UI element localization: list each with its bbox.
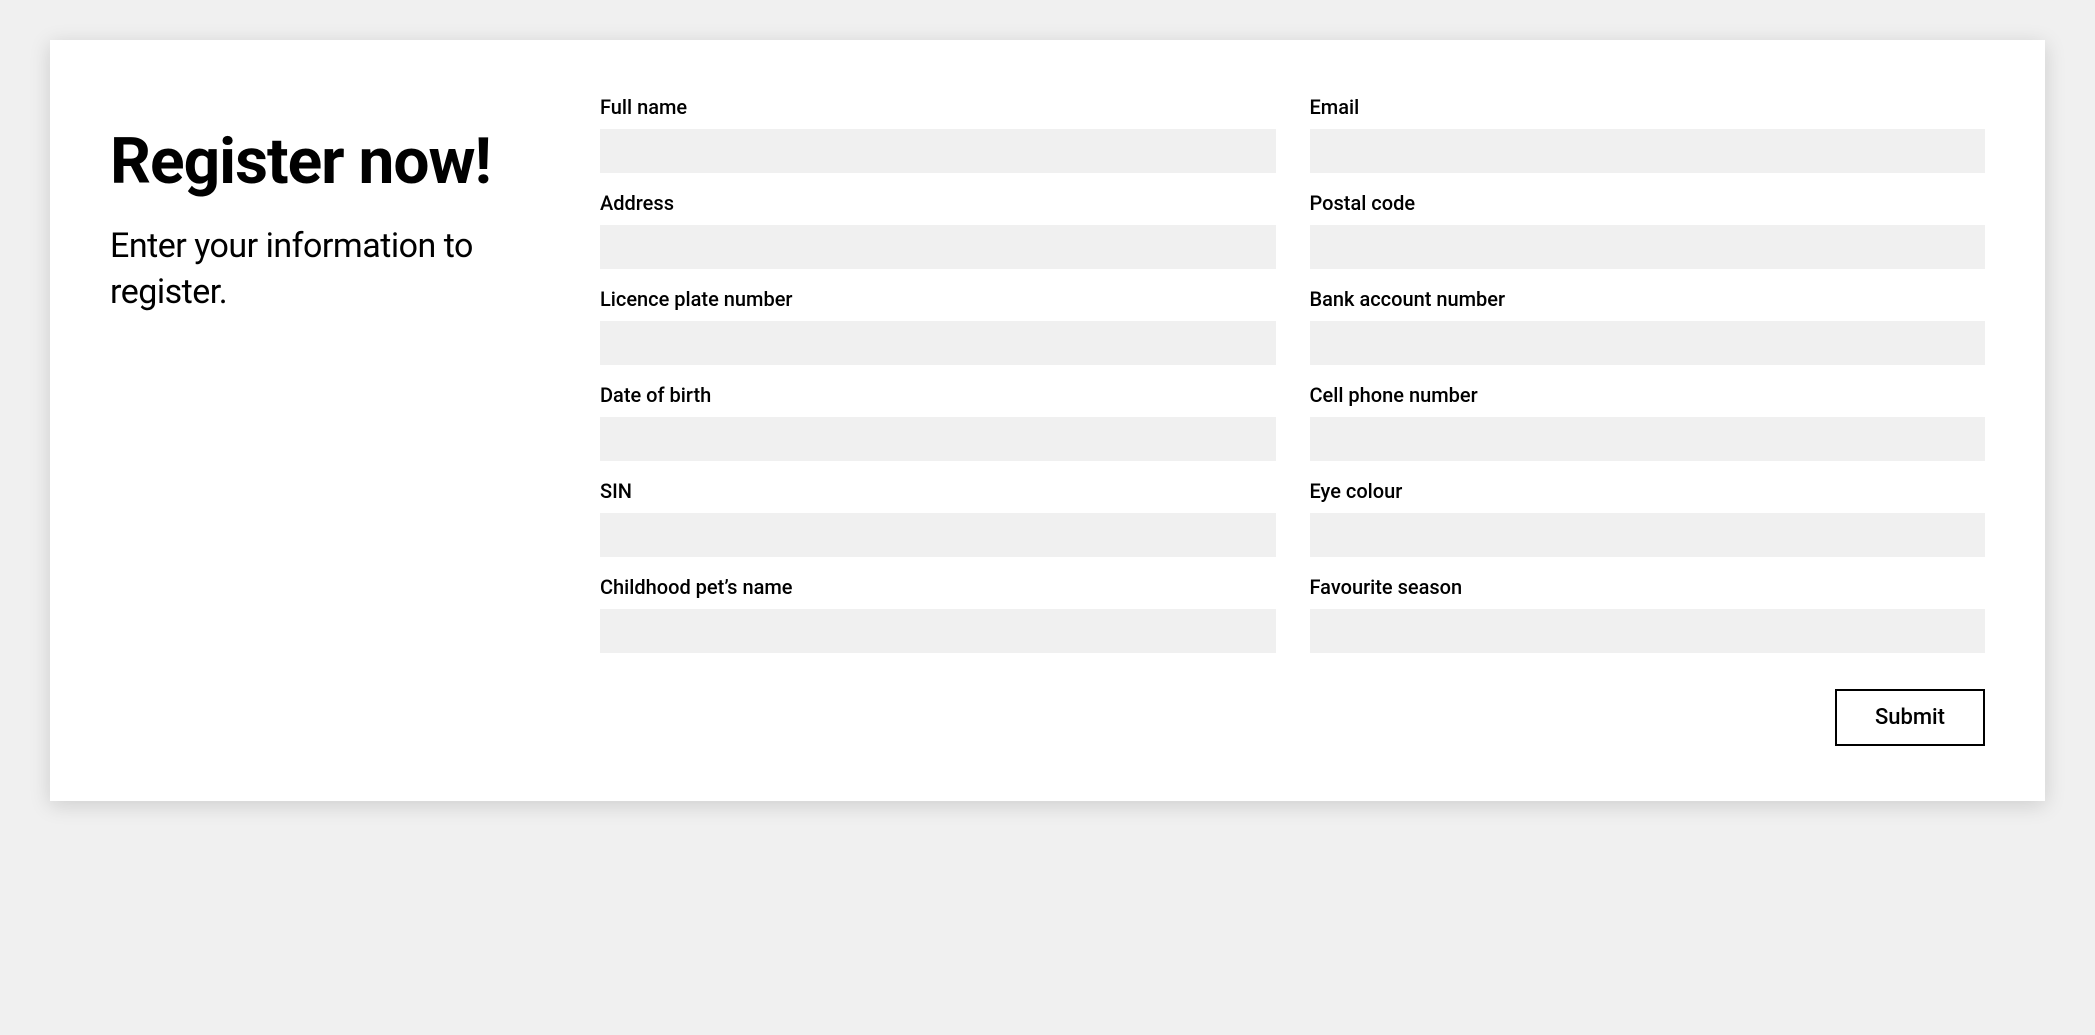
input-pet-name[interactable]: [600, 609, 1276, 653]
field-bank-account: Bank account number: [1310, 287, 1986, 365]
button-row: Submit: [600, 689, 1985, 746]
page-title: Register now!: [110, 130, 540, 194]
label-full-name: Full name: [600, 95, 1276, 119]
field-dob: Date of birth: [600, 383, 1276, 461]
left-panel: Register now! Enter your information to …: [110, 95, 540, 746]
input-full-name[interactable]: [600, 129, 1276, 173]
submit-button[interactable]: Submit: [1835, 689, 1985, 746]
input-licence-plate[interactable]: [600, 321, 1276, 365]
label-sin: SIN: [600, 479, 1276, 503]
field-favourite-season: Favourite season: [1310, 575, 1986, 653]
label-eye-colour: Eye colour: [1310, 479, 1986, 503]
input-postal-code[interactable]: [1310, 225, 1986, 269]
label-bank-account: Bank account number: [1310, 287, 1986, 311]
input-eye-colour[interactable]: [1310, 513, 1986, 557]
label-licence-plate: Licence plate number: [600, 287, 1276, 311]
field-licence-plate: Licence plate number: [600, 287, 1276, 365]
field-postal-code: Postal code: [1310, 191, 1986, 269]
label-favourite-season: Favourite season: [1310, 575, 1986, 599]
registration-card: Register now! Enter your information to …: [50, 40, 2045, 801]
field-eye-colour: Eye colour: [1310, 479, 1986, 557]
field-address: Address: [600, 191, 1276, 269]
label-email: Email: [1310, 95, 1986, 119]
field-cell-phone: Cell phone number: [1310, 383, 1986, 461]
form-grid: Full name Email Address Postal code Lice…: [600, 95, 1985, 653]
input-cell-phone[interactable]: [1310, 417, 1986, 461]
input-dob[interactable]: [600, 417, 1276, 461]
label-dob: Date of birth: [600, 383, 1276, 407]
field-email: Email: [1310, 95, 1986, 173]
label-address: Address: [600, 191, 1276, 215]
page-subtitle: Enter your information to register.: [110, 224, 540, 316]
field-full-name: Full name: [600, 95, 1276, 173]
label-cell-phone: Cell phone number: [1310, 383, 1986, 407]
field-sin: SIN: [600, 479, 1276, 557]
input-email[interactable]: [1310, 129, 1986, 173]
input-favourite-season[interactable]: [1310, 609, 1986, 653]
label-pet-name: Childhood pet’s name: [600, 575, 1276, 599]
label-postal-code: Postal code: [1310, 191, 1986, 215]
input-address[interactable]: [600, 225, 1276, 269]
form-area: Full name Email Address Postal code Lice…: [600, 95, 1985, 746]
field-pet-name: Childhood pet’s name: [600, 575, 1276, 653]
input-sin[interactable]: [600, 513, 1276, 557]
input-bank-account[interactable]: [1310, 321, 1986, 365]
